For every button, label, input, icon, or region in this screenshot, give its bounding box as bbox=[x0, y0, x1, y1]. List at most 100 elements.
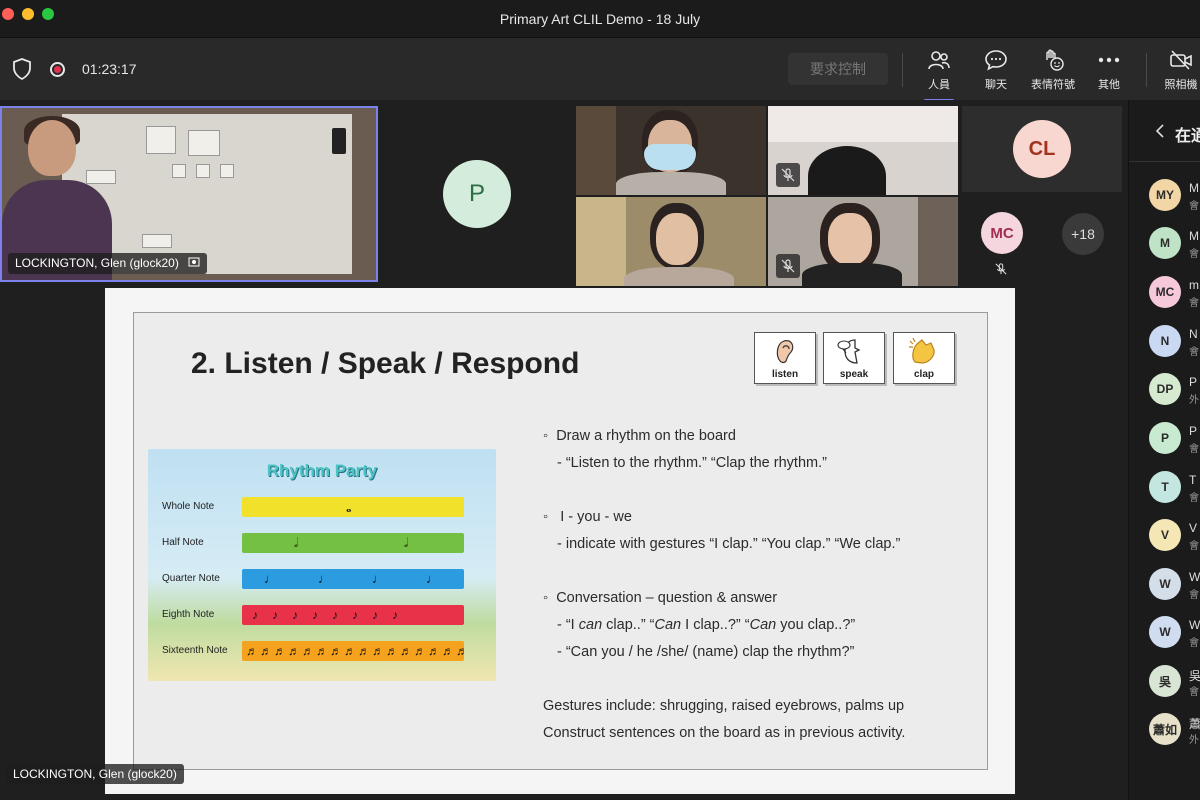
participant-role: 會 bbox=[1189, 541, 1199, 552]
pin-icon[interactable] bbox=[188, 256, 200, 271]
participant-avatar: W bbox=[1149, 568, 1181, 600]
participant-name: N bbox=[1189, 327, 1198, 341]
shared-content: 2. Listen / Speak / Respond listen speak… bbox=[105, 288, 1015, 794]
participant-name: P bbox=[1189, 424, 1198, 438]
participant-name: P bbox=[1189, 375, 1198, 389]
participant-row[interactable]: NN會 bbox=[1129, 317, 1200, 365]
participant-row[interactable]: TT會 bbox=[1129, 463, 1200, 511]
participant-avatar: MY bbox=[1149, 179, 1181, 211]
clapping-hands-icon bbox=[909, 337, 935, 364]
muted-icon bbox=[995, 262, 1007, 280]
participant-avatar: T bbox=[1149, 471, 1181, 503]
participant-row[interactable]: WW會 bbox=[1129, 608, 1200, 656]
participant-avatar: DP bbox=[1149, 373, 1181, 405]
rhythm-party-image: Rhythm Party Whole Note 𝅝 Half Note 𝅗𝅥 𝅗𝅥… bbox=[148, 449, 496, 681]
participant-role: 會 bbox=[1189, 249, 1199, 260]
panel-header-title: 在通 bbox=[1175, 128, 1200, 145]
bullet-1: ◦ Draw a rhythm on the board bbox=[543, 428, 736, 444]
speaker-name-tag: LOCKINGTON, Glen (glock20) bbox=[8, 252, 208, 274]
participant-row[interactable]: MM會 bbox=[1129, 219, 1200, 267]
chat-button[interactable]: 聊天 bbox=[980, 48, 1012, 92]
bullet-3: ◦ Conversation – question & answer bbox=[543, 590, 778, 606]
participant-role: 會 bbox=[1189, 347, 1199, 358]
meeting-timer: 01:23:17 bbox=[82, 61, 137, 77]
participant-role: 會 bbox=[1189, 590, 1199, 601]
more-label: 其他 bbox=[1098, 79, 1120, 91]
clap-card: clap bbox=[893, 332, 955, 384]
participant-avatar-mc[interactable]: MC bbox=[981, 212, 1023, 254]
participant-row[interactable]: WW會 bbox=[1129, 560, 1200, 608]
bullet-2: ◦ I - you - we bbox=[543, 509, 632, 525]
participant-avatar: 吳 bbox=[1149, 665, 1181, 697]
speaker-video-tile[interactable]: LOCKINGTON, Glen (glock20) bbox=[0, 106, 378, 282]
participant-name: W bbox=[1189, 618, 1200, 632]
participant-video-tile[interactable] bbox=[576, 106, 766, 195]
camera-label: 照相機 bbox=[1164, 79, 1198, 91]
participant-avatar: V bbox=[1149, 519, 1181, 551]
shield-icon[interactable] bbox=[12, 58, 32, 85]
more-icon bbox=[1094, 48, 1124, 72]
listen-card: listen bbox=[754, 332, 816, 384]
participant-row[interactable]: 蕭如蕭外 bbox=[1129, 705, 1200, 753]
participant-row[interactable]: PP會 bbox=[1129, 414, 1200, 462]
more-participants-button[interactable]: +18 bbox=[1062, 213, 1104, 255]
presentation-slide: 2. Listen / Speak / Respond listen speak… bbox=[133, 312, 988, 770]
participant-name: M bbox=[1189, 181, 1199, 195]
participant-name: V bbox=[1189, 521, 1198, 535]
construct-line: Construct sentences on the board as in p… bbox=[543, 725, 906, 741]
muted-icon bbox=[776, 254, 800, 278]
participant-row[interactable]: VV會 bbox=[1129, 511, 1200, 559]
chat-label: 聊天 bbox=[985, 79, 1007, 91]
video-stage: LOCKINGTON, Glen (glock20) P CL MC +18 2… bbox=[0, 100, 1128, 800]
participant-avatar: N bbox=[1149, 325, 1181, 357]
participant-avatar: P bbox=[1149, 422, 1181, 454]
participant-avatar-p[interactable]: P bbox=[443, 160, 511, 228]
recording-icon bbox=[50, 62, 65, 77]
panel-header: 在通 bbox=[1129, 100, 1200, 162]
participant-video-tile[interactable] bbox=[576, 197, 766, 286]
participant-role: 會 bbox=[1189, 687, 1199, 698]
speaking-head-icon bbox=[837, 339, 861, 364]
slide-title: 2. Listen / Speak / Respond bbox=[191, 347, 580, 380]
rhythm-party-title: Rhythm Party bbox=[266, 461, 378, 480]
participant-name: 吳 bbox=[1189, 669, 1200, 683]
people-icon bbox=[922, 48, 956, 72]
muted-icon bbox=[776, 163, 800, 187]
request-control-button[interactable]: 要求控制 bbox=[788, 53, 888, 85]
participant-video-tile[interactable] bbox=[768, 106, 958, 195]
chat-icon bbox=[980, 48, 1012, 72]
more-button[interactable]: 其他 bbox=[1094, 48, 1124, 92]
participant-row[interactable]: 吳吳會 bbox=[1129, 657, 1200, 705]
emoji-icon bbox=[1028, 48, 1078, 72]
participant-name: m bbox=[1189, 278, 1199, 292]
participant-role: 會 bbox=[1189, 298, 1199, 309]
participant-role: 會 bbox=[1189, 201, 1199, 212]
window-title: Primary Art CLIL Demo - 18 July bbox=[499, 11, 701, 27]
participant-name: T bbox=[1189, 473, 1197, 487]
participant-name: M bbox=[1189, 229, 1199, 243]
participant-tile-cl[interactable]: CL bbox=[962, 106, 1122, 192]
participant-video-tile[interactable] bbox=[768, 197, 958, 286]
emoji-button[interactable]: 表情符號 bbox=[1028, 48, 1078, 92]
participant-role: 會 bbox=[1189, 638, 1199, 649]
people-label: 人員 bbox=[928, 79, 950, 91]
participant-name: 蕭 bbox=[1189, 717, 1200, 731]
participant-avatar: W bbox=[1149, 616, 1181, 648]
participant-role: 會 bbox=[1189, 493, 1199, 504]
people-button[interactable]: 人員 bbox=[922, 48, 956, 102]
toolbar-divider bbox=[902, 53, 903, 87]
chevron-left-icon[interactable] bbox=[1155, 124, 1165, 143]
participant-row[interactable]: DP P 外 bbox=[1129, 365, 1200, 413]
participant-role: 外 bbox=[1189, 395, 1199, 406]
camera-button[interactable]: 照相機 bbox=[1162, 48, 1200, 92]
participant-avatar: MC bbox=[1149, 276, 1181, 308]
participant-avatar: M bbox=[1149, 227, 1181, 259]
participant-avatar-cl: CL bbox=[1013, 120, 1071, 178]
participant-row[interactable]: MY M 會 bbox=[1129, 171, 1200, 219]
presenter-name-tag: LOCKINGTON, Glen (glock20) bbox=[6, 764, 184, 784]
participant-name: W bbox=[1189, 570, 1200, 584]
toolbar-divider bbox=[1146, 53, 1147, 87]
gestures-line: Gestures include: shrugging, raised eyeb… bbox=[543, 698, 905, 714]
participant-row[interactable]: MC m 會 bbox=[1129, 268, 1200, 316]
slide-bullets: ◦ Draw a rhythm on the board - “Listen t… bbox=[543, 423, 973, 747]
